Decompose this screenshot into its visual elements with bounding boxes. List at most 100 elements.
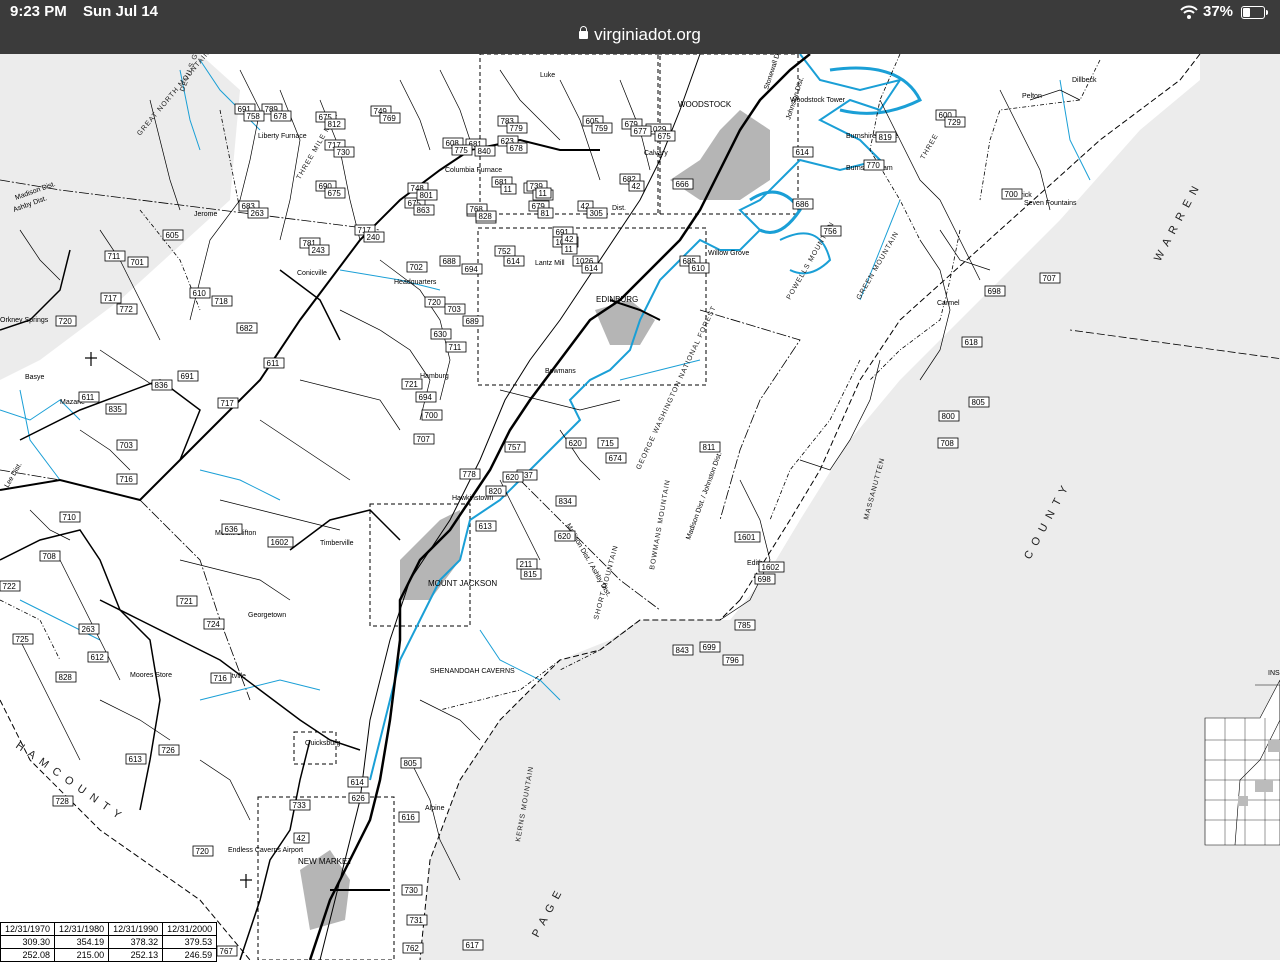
route-shield-42: 42 <box>293 832 310 844</box>
svg-text:11: 11 <box>565 245 574 254</box>
svg-text:819: 819 <box>879 133 893 142</box>
route-shield-772: 772 <box>116 303 138 315</box>
svg-text:775: 775 <box>455 146 469 155</box>
road-map[interactable]: W A R R E N C O U N T Y P A G E H A M C … <box>0 54 1280 960</box>
route-shield-677: 677 <box>630 125 652 137</box>
route-shield-42: 42 <box>628 180 645 192</box>
route-shield-686: 686 <box>792 198 814 210</box>
svg-text:717: 717 <box>221 399 235 408</box>
svg-text:836: 836 <box>155 381 169 390</box>
place-label: Headquarters <box>394 279 437 286</box>
route-shield-836: 836 <box>151 379 173 391</box>
svg-text:835: 835 <box>109 405 123 414</box>
svg-text:863: 863 <box>417 206 431 215</box>
route-shield-769: 769 <box>379 112 401 124</box>
route-shield-828: 828 <box>475 210 497 222</box>
svg-text:1602: 1602 <box>762 563 780 572</box>
svg-text:42: 42 <box>297 834 306 843</box>
route-shield-716: 716 <box>116 473 138 485</box>
svg-text:686: 686 <box>796 200 810 209</box>
route-shield-711: 711 <box>104 250 126 262</box>
svg-text:305: 305 <box>590 209 604 218</box>
route-shield-675: 675 <box>324 187 346 199</box>
route-shield-612: 612 <box>87 651 109 663</box>
route-shield-767: 767 <box>216 945 238 957</box>
svg-text:243: 243 <box>312 246 326 255</box>
svg-text:263: 263 <box>82 625 96 634</box>
table-cell: 378.32 <box>108 935 164 949</box>
svg-text:666: 666 <box>676 180 690 189</box>
place-label: Jerome <box>194 211 217 218</box>
place-label: Alpine <box>425 805 445 812</box>
svg-text:721: 721 <box>405 380 419 389</box>
route-shield-707: 707 <box>413 433 435 445</box>
url-text: virginiadot.org <box>594 25 701 44</box>
route-shield-759: 759 <box>591 122 613 134</box>
svg-text:675: 675 <box>658 132 672 141</box>
route-shield-698: 698 <box>984 285 1006 297</box>
svg-text:11: 11 <box>504 185 513 194</box>
route-shield-815: 815 <box>520 568 542 580</box>
route-shield-699: 699 <box>699 641 721 653</box>
svg-text:730: 730 <box>405 886 419 895</box>
svg-text:INS: INS <box>1268 670 1280 677</box>
route-shield-722: 722 <box>0 580 21 592</box>
svg-text:815: 815 <box>524 570 538 579</box>
route-shield-801: 801 <box>416 189 438 201</box>
svg-text:752: 752 <box>498 247 512 256</box>
route-shield-211: 211 <box>516 558 538 570</box>
route-shield-694: 694 <box>415 391 437 403</box>
svg-text:720: 720 <box>59 317 73 326</box>
place-label: Seven Fountains <box>1024 200 1077 207</box>
route-shield-779: 779 <box>506 122 528 134</box>
route-shield-611: 611 <box>78 391 100 403</box>
place-label: Moores Store <box>130 672 172 679</box>
svg-text:811: 811 <box>703 443 716 452</box>
route-shield-1602: 1602 <box>267 536 294 548</box>
route-shield-762: 762 <box>402 942 424 954</box>
route-shield-707: 707 <box>1039 272 1061 284</box>
svg-text:770: 770 <box>867 161 881 170</box>
svg-text:620: 620 <box>569 439 583 448</box>
svg-text:725: 725 <box>16 635 30 644</box>
svg-text:716: 716 <box>120 475 134 484</box>
route-shield-728: 728 <box>52 795 74 807</box>
table-header: 12/31/1990 <box>108 922 164 936</box>
route-shield-674: 674 <box>605 452 627 464</box>
route-shield-834: 834 <box>555 495 577 507</box>
svg-text:702: 702 <box>410 263 424 272</box>
route-shield-636: 636 <box>221 523 243 535</box>
svg-text:611: 611 <box>82 393 95 402</box>
route-shield-11: 11 <box>561 243 578 255</box>
route-shield-758: 758 <box>243 110 265 122</box>
place-label: Quicksburg <box>305 740 341 747</box>
status-time: 9:23 PM <box>10 3 67 20</box>
address-bar[interactable]: virginiadot.org <box>0 25 1280 45</box>
svg-text:828: 828 <box>59 673 73 682</box>
route-shield-731: 731 <box>406 914 428 926</box>
route-shield-626: 626 <box>348 792 370 804</box>
svg-text:240: 240 <box>367 233 381 242</box>
route-shield-778: 778 <box>459 468 481 480</box>
place-label: Timberville <box>320 540 354 547</box>
svg-text:617: 617 <box>466 941 480 950</box>
svg-text:767: 767 <box>220 947 234 956</box>
route-shield-730: 730 <box>333 146 355 158</box>
route-shield-730: 730 <box>401 884 423 896</box>
route-shield-1602: 1602 <box>758 561 785 573</box>
svg-text:678: 678 <box>510 144 524 153</box>
place-label: Liberty Furnace <box>258 133 307 140</box>
route-shield-613: 613 <box>475 520 497 532</box>
svg-text:614: 614 <box>507 257 521 266</box>
svg-text:614: 614 <box>585 264 599 273</box>
svg-text:707: 707 <box>1043 274 1057 283</box>
route-shield-688: 688 <box>439 255 461 267</box>
svg-text:42: 42 <box>632 182 641 191</box>
place-shenandoah-caverns: SHENANDOAH CAVERNS <box>430 668 515 675</box>
svg-text:613: 613 <box>479 522 493 531</box>
route-shield-305: 305 <box>586 207 608 219</box>
svg-text:805: 805 <box>972 398 986 407</box>
route-shield-614: 614 <box>347 776 369 788</box>
wifi-icon <box>1180 5 1198 19</box>
place-label: Georgetown <box>248 612 286 619</box>
